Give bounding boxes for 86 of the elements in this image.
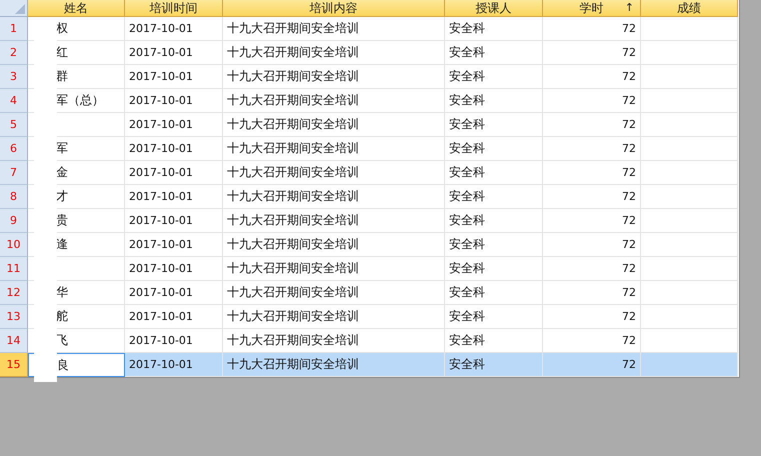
row-header[interactable]: 1 [0, 17, 28, 41]
table-cell: 安全科 [445, 17, 543, 41]
table-cell: 安全科 [445, 257, 543, 281]
column-header[interactable]: 培训内容 [223, 0, 445, 17]
table-cell: 72 [543, 353, 641, 377]
column-label: 学时 [580, 0, 604, 16]
row-header[interactable]: 4 [0, 89, 28, 113]
table-cell: 72 [543, 137, 641, 161]
table-cell: 72 [543, 233, 641, 257]
table-cell: 2017-10-01 [125, 65, 223, 89]
table-cell: 2017-10-01 [125, 233, 223, 257]
table-cell: 十九大召开期间安全培训 [223, 209, 445, 233]
table-cell: 安全科 [445, 41, 543, 65]
column-label: 姓名 [64, 0, 88, 16]
table-cell: 2017-10-01 [125, 89, 223, 113]
row-header[interactable]: 13 [0, 305, 28, 329]
table-cell: 安全科 [445, 185, 543, 209]
table-cell: 十九大召开期间安全培训 [223, 281, 445, 305]
table-cell: 十九大召开期间安全培训 [223, 185, 445, 209]
table-cell: 安全科 [445, 89, 543, 113]
table-cell: 2017-10-01 [125, 281, 223, 305]
table-cell: 安全科 [445, 137, 543, 161]
column-label: 成绩 [677, 0, 701, 16]
table-cell: 十九大召开期间安全培训 [223, 113, 445, 137]
table-cell: 十九大召开期间安全培训 [223, 233, 445, 257]
table-cell: 安全科 [445, 161, 543, 185]
table-cell: 2017-10-01 [125, 305, 223, 329]
row-header[interactable]: 14 [0, 329, 28, 353]
column-header[interactable]: 姓名 [28, 0, 125, 17]
table-cell: 72 [543, 257, 641, 281]
table-cell: 2017-10-01 [125, 257, 223, 281]
table-cell: 72 [543, 113, 641, 137]
table-cell: 2017-10-01 [125, 137, 223, 161]
column-header[interactable]: 培训时间 [125, 0, 223, 17]
table-cell: 72 [543, 161, 641, 185]
table-cell: 十九大召开期间安全培训 [223, 137, 445, 161]
row-header[interactable]: 15 [0, 353, 28, 377]
column-label: 培训时间 [150, 0, 198, 16]
table-cell: 72 [543, 281, 641, 305]
row-header[interactable]: 12 [0, 281, 28, 305]
table-cell: 安全科 [445, 281, 543, 305]
table-cell: 2017-10-01 [125, 41, 223, 65]
table-cell: 十九大召开期间安全培训 [223, 89, 445, 113]
table-cell: 72 [543, 89, 641, 113]
table-cell: 安全科 [445, 233, 543, 257]
row-header[interactable]: 6 [0, 137, 28, 161]
table-cell: 十九大召开期间安全培训 [223, 353, 445, 377]
column-header[interactable]: 学时 ↑ [543, 0, 641, 17]
table-cell: 安全科 [445, 113, 543, 137]
row-header[interactable]: 2 [0, 41, 28, 65]
table-cell: 72 [543, 185, 641, 209]
row-header[interactable]: 8 [0, 185, 28, 209]
table-cell: 十九大召开期间安全培训 [223, 257, 445, 281]
table-cell: 十九大召开期间安全培训 [223, 65, 445, 89]
table-cell: 安全科 [445, 65, 543, 89]
column-header[interactable]: 授课人 [445, 0, 543, 17]
table-cell: 十九大召开期间安全培训 [223, 305, 445, 329]
table-cell: 安全科 [445, 305, 543, 329]
table-cell: 2017-10-01 [125, 209, 223, 233]
row-header[interactable]: 3 [0, 65, 28, 89]
column-header[interactable]: 成绩 [641, 0, 738, 17]
sort-indicator: ↑ [624, 1, 634, 14]
table-cell: 十九大召开期间安全培训 [223, 161, 445, 185]
column-label: 授课人 [476, 0, 512, 16]
table-cell: 安全科 [445, 353, 543, 377]
table-cell: 72 [543, 17, 641, 41]
table-cell: 72 [543, 209, 641, 233]
table-cell: 2017-10-01 [125, 161, 223, 185]
row-header[interactable]: 11 [0, 257, 28, 281]
corner-triangle-icon [15, 4, 25, 14]
table-cell: 十九大召开期间安全培训 [223, 17, 445, 41]
table-cell: 2017-10-01 [125, 17, 223, 41]
table-cell: 2017-10-01 [125, 353, 223, 377]
table-cell: 72 [543, 41, 641, 65]
table-cell: 72 [543, 305, 641, 329]
table-cell: 安全科 [445, 209, 543, 233]
table-cell: 72 [543, 65, 641, 89]
table-cell: 十九大召开期间安全培训 [223, 41, 445, 65]
select-all-corner[interactable] [0, 0, 28, 17]
row-header[interactable]: 7 [0, 161, 28, 185]
row-header[interactable]: 5 [0, 113, 28, 137]
table-cell: 2017-10-01 [125, 113, 223, 137]
column-label: 培训内容 [310, 0, 358, 16]
row-header[interactable]: 10 [0, 233, 28, 257]
table-cell: 2017-10-01 [125, 185, 223, 209]
row-header[interactable]: 9 [0, 209, 28, 233]
